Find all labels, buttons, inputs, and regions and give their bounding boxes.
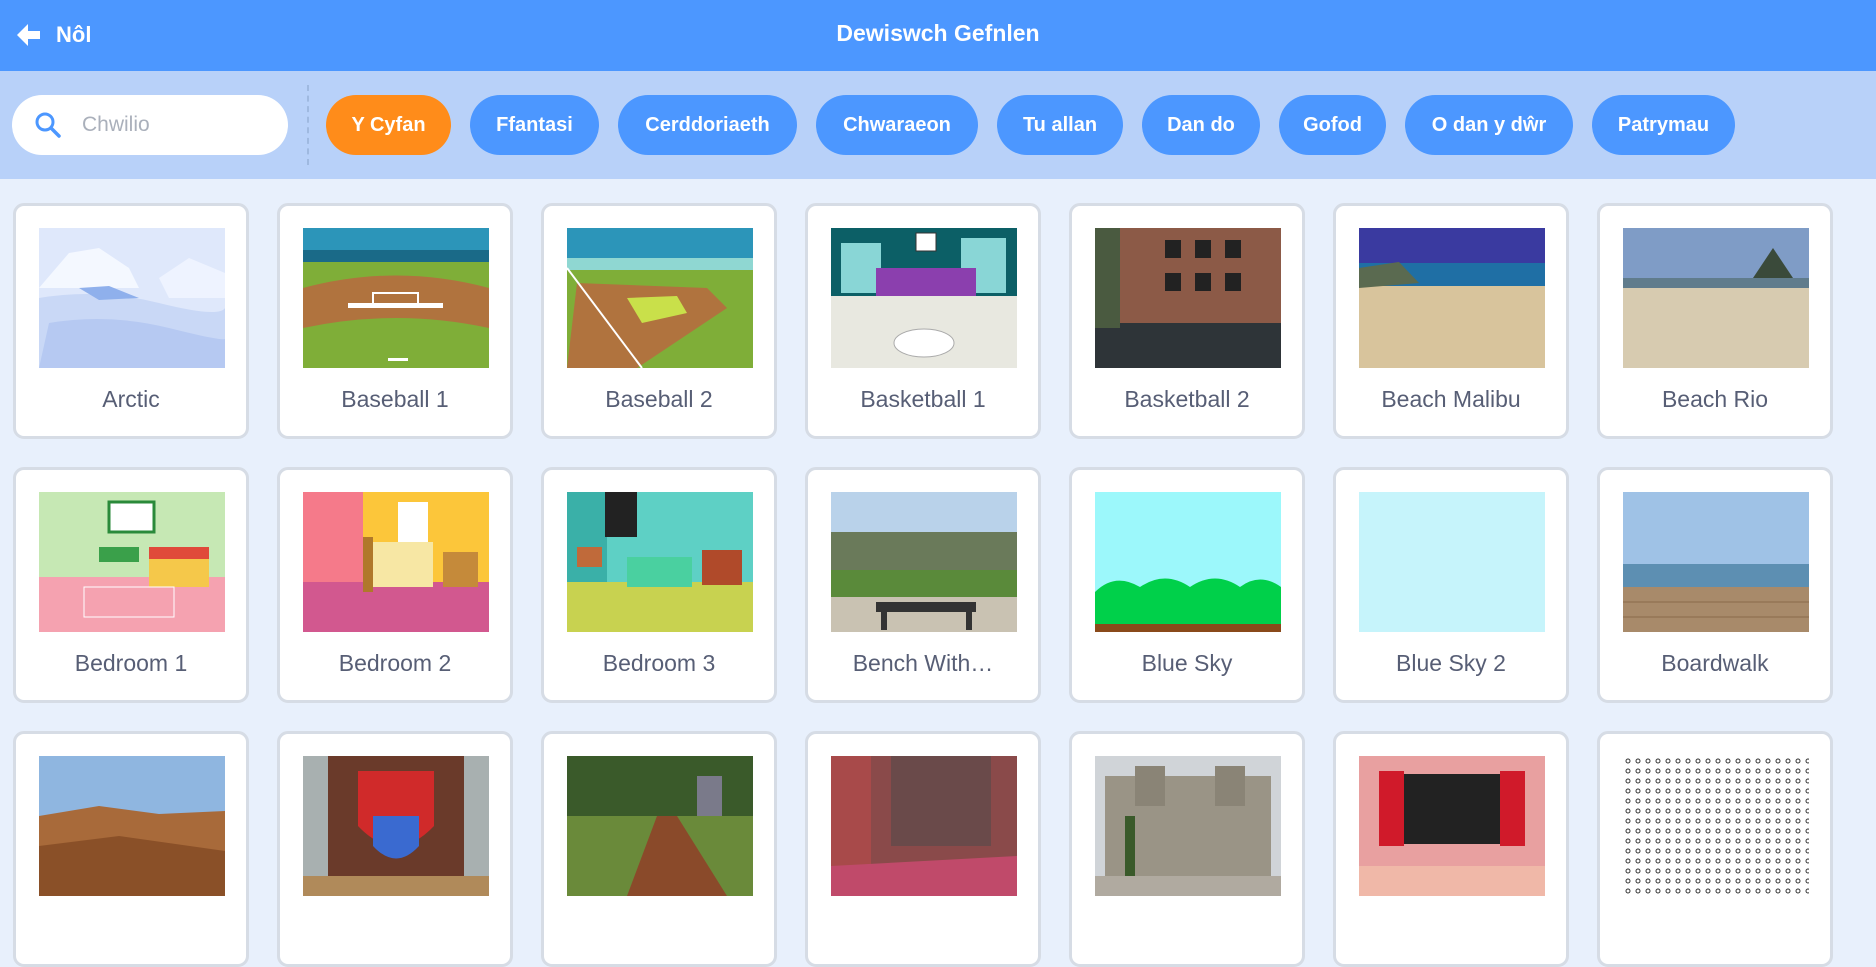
backdrop-card-bedroom-1[interactable]: Bedroom 1 [13,467,249,703]
palace-thumbnail [1095,756,1281,896]
baseball-1-thumbnail [303,228,489,368]
dots-pattern-thumbnail [1623,756,1809,896]
tag-o-dan-y-dwr[interactable]: O dan y dŵr [1405,95,1573,155]
page-title: Dewiswch Gefnlen [836,20,1040,46]
tag-gofod[interactable]: Gofod [1279,95,1386,155]
backdrop-card-arctic[interactable]: Arctic [13,203,249,439]
tag-ffantasi[interactable]: Ffantasi [470,95,599,155]
backdrop-card-hall[interactable] [805,731,1041,967]
boardwalk-thumbnail [1623,492,1809,632]
backdrop-card-canyon[interactable] [13,731,249,967]
hall-thumbnail [831,756,1017,896]
backdrop-card-blue-sky[interactable]: Blue Sky [1069,467,1305,703]
backdrop-label: Blue Sky 2 [1396,650,1506,676]
search-input[interactable] [80,112,274,138]
baseball-2-thumbnail [567,228,753,368]
backdrop-card-dots-pattern[interactable] [1597,731,1833,967]
backdrop-label: Blue Sky [1141,650,1233,676]
backdrop-label: Boardwalk [1661,650,1769,676]
castle-crest-thumbnail [303,756,489,896]
search-icon [35,112,61,138]
tag-cerddoriaeth[interactable]: Cerddoriaeth [618,95,797,155]
tag-chwaraeon[interactable]: Chwaraeon [816,95,978,155]
backdrop-label: Arctic [102,386,160,412]
backdrop-grid: Arctic Baseball 1 Baseball 2 Basketball … [13,203,1833,967]
beach-malibu-thumbnail [1359,228,1545,368]
header-bar: Nôl Dewiswch Gefnlen [0,0,1876,71]
blue-sky-thumbnail [1095,492,1281,632]
backdrop-card-baseball-2[interactable]: Baseball 2 [541,203,777,439]
forest-path-thumbnail [567,756,753,896]
backdrop-card-basketball-1[interactable]: Basketball 1 [805,203,1041,439]
theater-thumbnail [1359,756,1545,896]
tag-y-cyfan[interactable]: Y Cyfan [326,95,451,155]
basketball-1-thumbnail [831,228,1017,368]
backdrop-label: Beach Rio [1661,386,1769,412]
backdrop-label: Baseball 1 [341,386,449,412]
backdrop-label: Baseball 2 [605,386,713,412]
bedroom-2-thumbnail [303,492,489,632]
bedroom-1-thumbnail [39,492,225,632]
backdrop-label: Beach Malibu [1381,386,1521,412]
backdrop-card-boardwalk[interactable]: Boardwalk [1597,467,1833,703]
backdrop-label: Bench With… [852,650,994,676]
tag-list: Y Cyfan Ffantasi Cerddoriaeth Chwaraeon … [326,95,1735,155]
backdrop-card-baseball-1[interactable]: Baseball 1 [277,203,513,439]
backdrop-card-basketball-2[interactable]: Basketball 2 [1069,203,1305,439]
backdrop-card-forest-path[interactable] [541,731,777,967]
bedroom-3-thumbnail [567,492,753,632]
backdrop-card-bench-with-view[interactable]: Bench With… [805,467,1041,703]
backdrop-card-beach-malibu[interactable]: Beach Malibu [1333,203,1569,439]
tag-patrymau[interactable]: Patrymau [1592,95,1735,155]
tag-tu-allan[interactable]: Tu allan [997,95,1123,155]
backdrop-label: Bedroom 3 [602,650,716,676]
beach-rio-thumbnail [1623,228,1809,368]
backdrop-label: Bedroom 1 [74,650,188,676]
backdrop-label: Bedroom 2 [338,650,452,676]
backdrop-card-theater[interactable] [1333,731,1569,967]
backdrop-card-bedroom-2[interactable]: Bedroom 2 [277,467,513,703]
bench-with-view-thumbnail [831,492,1017,632]
canyon-thumbnail [39,756,225,896]
backdrop-card-palace[interactable] [1069,731,1305,967]
tag-dan-do[interactable]: Dan do [1142,95,1260,155]
blue-sky-2-thumbnail [1359,492,1545,632]
divider [307,85,309,165]
backdrop-label: Basketball 1 [860,386,986,412]
backdrop-card-beach-rio[interactable]: Beach Rio [1597,203,1833,439]
backdrop-card-blue-sky-2[interactable]: Blue Sky 2 [1333,467,1569,703]
filter-bar: Y Cyfan Ffantasi Cerddoriaeth Chwaraeon … [0,71,1876,179]
basketball-2-thumbnail [1095,228,1281,368]
backdrop-label: Basketball 2 [1124,386,1250,412]
backdrop-card-castle-crest[interactable] [277,731,513,967]
arctic-thumbnail [39,228,225,368]
search-box[interactable] [12,95,288,155]
backdrop-card-bedroom-3[interactable]: Bedroom 3 [541,467,777,703]
